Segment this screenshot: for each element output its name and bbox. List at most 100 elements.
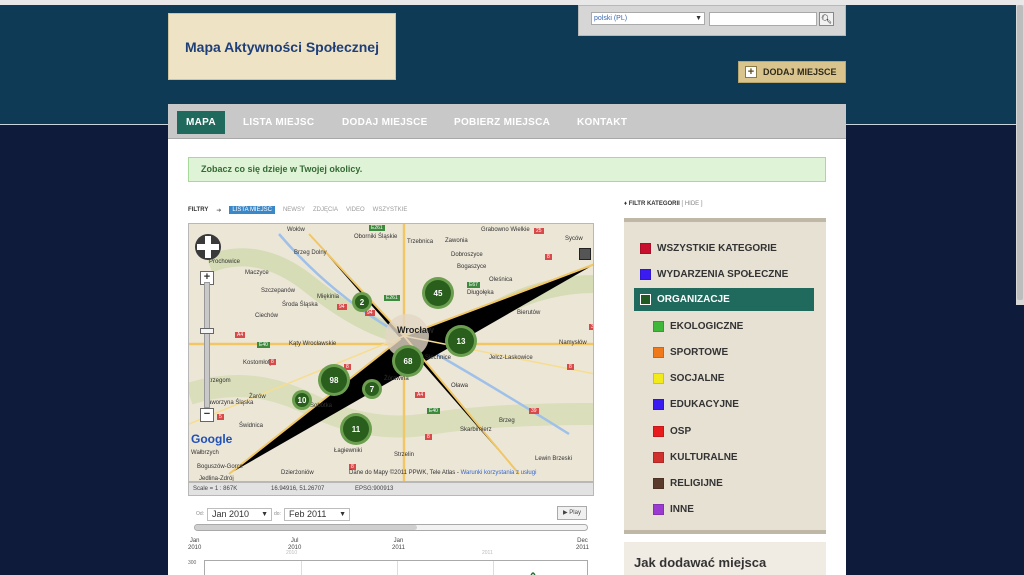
category-swatch bbox=[640, 269, 651, 280]
chevron-down-icon: ▼ bbox=[695, 15, 702, 22]
site-logo[interactable]: Mapa Aktywności Społecznej bbox=[168, 13, 396, 80]
category-item-selected[interactable]: ORGANIZACJE bbox=[634, 288, 814, 311]
road-sign: E261 bbox=[384, 295, 400, 301]
activity-line bbox=[530, 572, 536, 575]
map-town-label: Miękinia bbox=[317, 294, 340, 300]
category-subitem[interactable]: SOCJALNE bbox=[653, 367, 724, 390]
road-sign: E67 bbox=[467, 282, 480, 288]
timeline-selected-range[interactable] bbox=[195, 525, 417, 530]
map-town-label: Bogaszyce bbox=[457, 264, 487, 270]
road-sign: 8 bbox=[567, 364, 574, 370]
nav-item-kontakt[interactable]: KONTAKT bbox=[568, 111, 636, 134]
map-cluster-marker[interactable]: 10 bbox=[292, 390, 312, 410]
language-select[interactable]: polski (PL) ▼ bbox=[591, 12, 705, 25]
category-subitem[interactable]: EDUKACYJNE bbox=[653, 393, 739, 416]
map-cluster-marker[interactable]: 45 bbox=[422, 277, 454, 309]
category-item[interactable]: WSZYSTKIE KATEGORIE bbox=[640, 237, 777, 260]
road-sign: 25 bbox=[534, 228, 544, 234]
category-filter-hide[interactable]: [ HIDE ] bbox=[682, 201, 703, 207]
map-town-label: Ciechów bbox=[255, 313, 279, 319]
nav-item-dodaj-miejsce[interactable]: DODAJ MIEJSCE bbox=[333, 111, 437, 134]
add-place-button[interactable]: + DODAJ MIEJSCE bbox=[738, 61, 846, 83]
map-credit-text: Dane do Mapy ©2011 PPWK, Tele Atlas - bbox=[349, 470, 461, 476]
map-cluster-marker[interactable]: 2 bbox=[352, 292, 372, 312]
pan-arrow-vertical bbox=[205, 236, 211, 258]
category-subitem[interactable]: INNE bbox=[653, 498, 694, 521]
category-filter-panel: WSZYSTKIE KATEGORIE WYDARZENIA SPOŁECZNE… bbox=[624, 218, 826, 534]
road-sign: 3 bbox=[589, 324, 594, 330]
timeline-to-value: Feb 2011 bbox=[289, 509, 327, 519]
category-subitem[interactable]: SPORTOWE bbox=[653, 341, 728, 364]
map-projection: EPSG:900913 bbox=[355, 486, 394, 492]
map-scale: Scale = 1 : 867K bbox=[193, 486, 238, 492]
layers-icon[interactable] bbox=[579, 248, 591, 260]
main-nav: MAPA LISTA MIEJSC DODAJ MIEJSCE POBIERZ … bbox=[168, 104, 846, 139]
map-town-label: Długołęka bbox=[467, 290, 494, 296]
timeline-from-label: Od: bbox=[196, 511, 205, 517]
map-town-label: Prochowice bbox=[209, 259, 241, 265]
map-view[interactable]: Wołów Oborniki Śląskie Trzebnica Grabown… bbox=[188, 223, 594, 482]
timeline: Od: Jan 2010 ▼ do: Feb 2011 ▼ ▶ Play Jan… bbox=[188, 504, 594, 575]
map-cluster-marker[interactable]: 13 bbox=[445, 325, 477, 357]
timeline-from-select[interactable]: Jan 2010 ▼ bbox=[207, 508, 272, 521]
language-select-value: polski (PL) bbox=[594, 15, 628, 22]
nav-item-mapa[interactable]: MAPA bbox=[177, 111, 225, 134]
map-town-label: Siechnice bbox=[425, 355, 452, 361]
map-cluster-marker[interactable]: 7 bbox=[362, 379, 382, 399]
scrollbar-thumb[interactable] bbox=[1017, 5, 1023, 300]
filter-tab-zdjecia[interactable]: ZDJĘCIA bbox=[313, 207, 338, 213]
map-town-label: Świdnica bbox=[239, 423, 264, 429]
category-swatch bbox=[653, 347, 664, 358]
road-sign: 94 bbox=[337, 304, 347, 310]
map-town-label: Jaworzyna Śląska bbox=[205, 400, 254, 406]
zoom-slider[interactable] bbox=[204, 282, 210, 408]
nav-item-lista-miejsc[interactable]: LISTA MIEJSC bbox=[234, 111, 323, 134]
timeline-year-label: 2010 bbox=[286, 550, 298, 556]
category-filter-title: FILTR KATEGORII bbox=[628, 201, 680, 207]
map-town-label: Namysłów bbox=[559, 340, 587, 346]
zoom-out-button[interactable]: − bbox=[200, 408, 214, 422]
map-cluster-marker[interactable]: 68 bbox=[392, 345, 424, 377]
category-swatch bbox=[653, 478, 664, 489]
timeline-tick-label: Dec 2011 bbox=[576, 538, 589, 551]
map-terms-link[interactable]: Warunki korzystania z usługi bbox=[461, 470, 537, 476]
map-town-label: Wołów bbox=[287, 227, 305, 233]
category-subitem[interactable]: KULTURALNE bbox=[653, 446, 738, 469]
road-sign: E40 bbox=[257, 342, 270, 348]
main-content: MAPA LISTA MIEJSC DODAJ MIEJSCE POBIERZ … bbox=[168, 104, 846, 575]
filter-tab-lista-miejsc[interactable]: LISTA MIEJSC bbox=[229, 206, 275, 214]
road-sign: 39 bbox=[529, 408, 539, 414]
timeline-slider[interactable] bbox=[194, 524, 588, 531]
filter-tab-video[interactable]: VIDEO bbox=[346, 207, 365, 213]
zoom-slider-thumb[interactable] bbox=[200, 328, 214, 334]
howto-box: Jak dodawać miejsca bbox=[624, 542, 826, 575]
map-town-label: Oleśnica bbox=[489, 277, 513, 283]
map-town-label: Oborniki Śląskie bbox=[354, 234, 398, 240]
map-status-bar: Scale = 1 : 867K 16.94916, 51.26707 EPSG… bbox=[188, 482, 594, 496]
filters-label: FILTRY bbox=[188, 207, 209, 213]
play-button[interactable]: ▶ Play bbox=[557, 506, 587, 520]
category-swatch bbox=[653, 504, 664, 515]
category-subitem[interactable]: RELIGIJNE bbox=[653, 472, 723, 495]
search-button[interactable]: 🔍︎ bbox=[819, 12, 834, 26]
category-subitem[interactable]: OSP bbox=[653, 420, 691, 443]
map-town-label: Jelcz-Laskowice bbox=[489, 355, 533, 361]
page-scrollbar[interactable] bbox=[1016, 5, 1024, 305]
road-sign: 8 bbox=[545, 254, 552, 260]
category-subitem[interactable]: EKOLOGICZNE bbox=[653, 315, 743, 338]
timeline-to-select[interactable]: Feb 2011 ▼ bbox=[284, 508, 350, 521]
map-cluster-marker[interactable]: 98 bbox=[318, 364, 350, 396]
search-icon: 🔍︎ bbox=[820, 14, 833, 24]
map-town-label: Dobroszyce bbox=[451, 252, 483, 258]
map-town-label: Kąty Wrocławskie bbox=[289, 341, 337, 347]
search-input[interactable] bbox=[709, 12, 817, 26]
filter-tab-newsy[interactable]: NEWSY bbox=[283, 207, 305, 213]
map-town-label: Wałbrzych bbox=[191, 450, 219, 456]
map-town-label: Sobótka bbox=[310, 403, 333, 409]
map-pan-control[interactable] bbox=[195, 234, 221, 260]
filter-tab-wszystkie[interactable]: WSZYSTKIE bbox=[373, 207, 408, 213]
road-sign: 8 bbox=[425, 434, 432, 440]
category-item[interactable]: WYDARZENIA SPOŁECZNE bbox=[640, 263, 788, 286]
map-cluster-marker[interactable]: 11 bbox=[340, 413, 372, 445]
nav-item-pobierz-miejsca[interactable]: POBIERZ MIEJSCA bbox=[445, 111, 559, 134]
